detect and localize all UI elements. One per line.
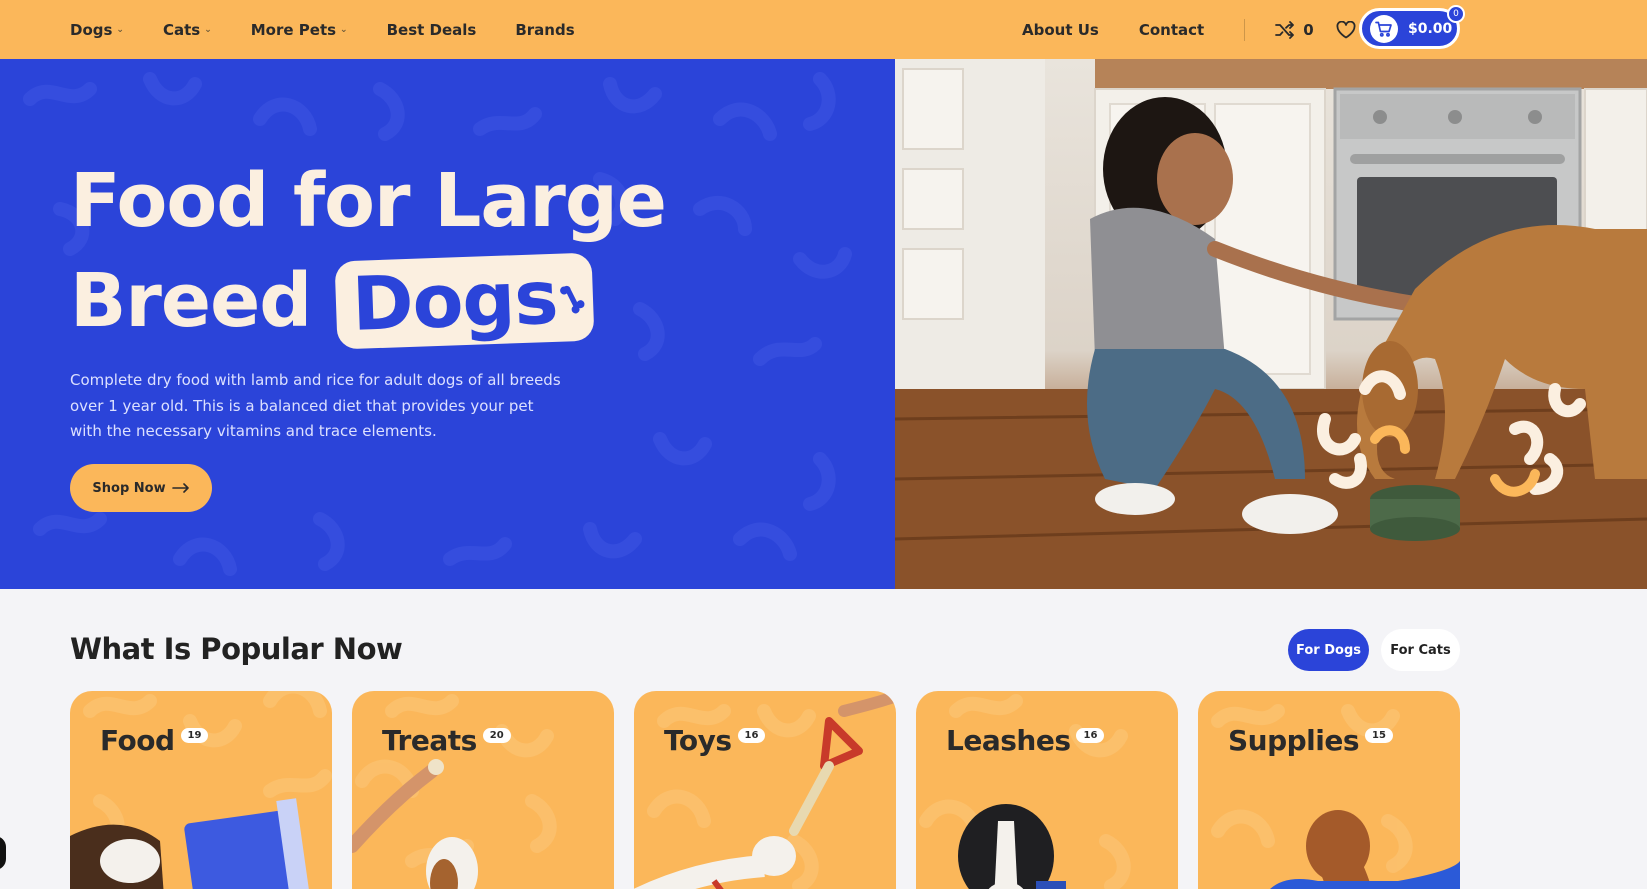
category-card-food[interactable]: Food 19 — [70, 691, 332, 889]
hero-banner: Food for Large Breed Dogs Complete dry f… — [0, 59, 895, 589]
category-card-toys[interactable]: Toys 16 — [634, 691, 896, 889]
nav-dogs[interactable]: Dogs ⌄ — [70, 21, 124, 39]
shop-now-label: Shop Now — [92, 480, 166, 496]
hero-image — [895, 59, 1647, 589]
hero-title-line1: Food for Large — [70, 158, 667, 244]
scroll-indicator[interactable] — [0, 836, 6, 870]
category-cards: Food 19 Treats 20 Toys 16 Leashes 16 Sup… — [70, 691, 1460, 889]
top-navigation-bar: Dogs ⌄ Cats ⌄ More Pets ⌄ Best Deals Bra… — [0, 0, 1647, 59]
nav-brands-label: Brands — [515, 20, 575, 39]
tab-for-cats[interactable]: For Cats — [1381, 629, 1460, 671]
hero-title-highlight: Dogs — [350, 254, 559, 348]
compare-button[interactable]: 0 — [1275, 20, 1314, 39]
nav-best-deals[interactable]: Best Deals — [387, 21, 477, 39]
shuffle-icon — [1275, 20, 1295, 39]
nav-more-pets[interactable]: More Pets ⌄ — [251, 21, 348, 39]
compare-count: 0 — [1303, 20, 1314, 39]
nav-contact[interactable]: Contact — [1139, 21, 1204, 39]
primary-nav: Dogs ⌄ Cats ⌄ More Pets ⌄ Best Deals Bra… — [70, 0, 575, 59]
tab-for-dogs[interactable]: For Dogs — [1288, 629, 1369, 671]
food-box-illustration — [70, 798, 310, 889]
beagle-treat-illustration — [352, 759, 478, 889]
arrow-right-icon — [171, 483, 189, 493]
nav-cats-label: Cats — [162, 20, 201, 39]
cart-count-badge: 0 — [1447, 5, 1465, 23]
nav-dogs-label: Dogs — [70, 20, 113, 39]
nav-contact-label: Contact — [1138, 20, 1205, 39]
nav-brands[interactable]: Brands — [515, 21, 574, 39]
chevron-down-icon: ⌄ — [116, 24, 124, 35]
dog-harness-illustration — [958, 804, 1066, 889]
chevron-down-icon: ⌄ — [340, 24, 348, 35]
nav-about-us-label: About Us — [1022, 20, 1099, 39]
hero-title-highlight-pill: Dogs — [334, 252, 595, 352]
nav-best-deals-label: Best Deals — [386, 20, 477, 39]
bone-icon — [556, 263, 589, 352]
category-card-supplies[interactable]: Supplies 15 — [1198, 691, 1460, 889]
nav-about-us[interactable]: About Us — [1022, 21, 1099, 39]
shop-now-button[interactable]: Shop Now — [70, 464, 212, 512]
hero-title-line2: Breed Dogs — [70, 251, 666, 351]
woman-feeding-dog-photo — [895, 59, 1647, 589]
hero-title-plain: Breed — [70, 258, 312, 344]
cart-total: $0.00 — [1408, 20, 1453, 37]
nav-divider — [1244, 18, 1246, 41]
cart-button[interactable]: $0.00 — [1359, 8, 1460, 49]
dog-tug-toy-illustration — [634, 691, 896, 889]
category-card-treats[interactable]: Treats 20 — [352, 691, 614, 889]
dog-bed-illustration — [1270, 810, 1460, 889]
category-card-leashes[interactable]: Leashes 16 — [916, 691, 1178, 889]
section-title: What Is Popular Now — [70, 632, 403, 666]
secondary-nav: About Us Contact 0 0 — [1022, 0, 1396, 59]
nav-cats[interactable]: Cats ⌄ — [163, 21, 212, 39]
heart-icon — [1336, 20, 1356, 38]
chevron-down-icon: ⌄ — [204, 24, 212, 35]
cart-icon — [1370, 14, 1398, 43]
nav-more-pets-label: More Pets — [250, 20, 337, 39]
hero-description: Complete dry food with lamb and rice for… — [70, 371, 561, 440]
hero-title: Food for Large Breed Dogs — [70, 151, 667, 351]
